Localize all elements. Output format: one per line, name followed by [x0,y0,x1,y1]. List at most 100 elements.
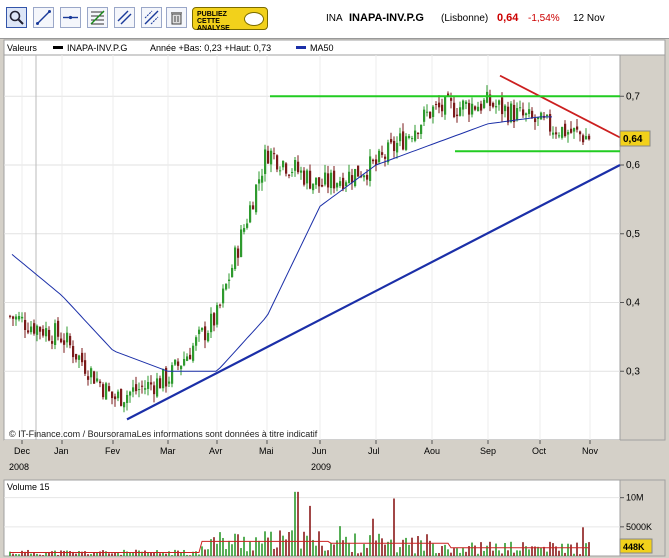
candle-body [429,111,432,119]
volume-bar [312,539,314,556]
trendline-icon [36,10,51,25]
candle-body [66,332,69,343]
candle-body [45,328,48,337]
candle-body [147,381,150,389]
volume-bar [390,539,392,556]
volume-bar [66,550,68,556]
candle-body [177,361,180,366]
publish-analysis-button[interactable]: PUBLIEZ CETTE ANALYSE [192,7,268,32]
volume-bar [507,550,509,556]
trendline-tool-button[interactable] [33,7,54,28]
ma-legend-swatch [296,46,306,49]
candle-body [291,171,294,173]
valeurs-label: Valeurs [7,43,37,53]
volume-bar [357,553,359,556]
volume-bar [111,553,113,556]
candle-body [102,384,105,398]
candle-body [438,102,441,108]
candle-body [453,102,456,118]
candle-body [456,114,459,117]
delete-drawings-button[interactable] [166,7,187,28]
volume-bar [234,533,236,556]
candle-body [171,365,174,384]
volume-bar [63,550,65,556]
candle-body [486,91,489,103]
candle-body [18,316,21,320]
candle-body [87,376,90,380]
candle-body [75,353,78,360]
volume-bar [363,544,365,556]
candle-body [99,381,102,384]
candle-body [276,155,279,170]
volume-bar [231,544,233,556]
volume-bar [300,548,302,556]
last-volume-label: 448K [623,542,645,552]
quote-date: 12 Nov [573,13,605,24]
candle-body [90,368,93,378]
volume-bar [90,554,92,556]
quote-change: -1,54% [528,13,560,24]
candle-body [318,177,321,187]
candle-body [186,356,189,361]
candle-body [504,105,507,112]
parallel-lines-icon [144,10,159,25]
volume-bar [579,554,581,556]
x-month-label: Jul [368,446,380,456]
volume-bar [33,552,35,556]
volume-bar [87,554,89,556]
price-axis-area [619,54,666,441]
candle-body [84,360,87,374]
volume-bar [438,552,440,556]
candle-body [267,150,270,164]
candle-body [264,149,267,175]
volume-bar [459,552,461,556]
volume-bar [69,551,71,556]
candle-body [33,323,36,334]
horizontal-line-tool-button[interactable] [60,7,81,28]
x-month-label: Sep [480,446,496,456]
fibonacci-tool-button[interactable] [87,7,108,28]
volume-bar [405,537,407,556]
candle-body [225,283,228,290]
candle-body [534,118,537,123]
volume-bar [105,551,107,556]
volume-title: Volume 15 [7,482,50,492]
candle-body [339,181,342,186]
volume-bar [414,553,416,556]
volume-bar [216,543,218,556]
volume-bar [213,537,215,556]
candle-body [372,159,375,162]
candle-body [546,114,549,117]
volume-bar [339,526,341,556]
range-text: Année +Bas: 0,23 +Haut: 0,73 [150,43,271,53]
candle-body [330,172,333,189]
volume-bar [204,549,206,556]
x-month-label: Aou [424,446,440,456]
volume-bar [564,552,566,556]
candle-body [588,135,591,140]
candle-body [54,323,57,345]
candle-body [15,316,18,320]
zoom-tool-button[interactable] [6,7,27,28]
volume-bar [366,547,368,556]
candle-body [255,184,258,213]
candle-body [216,305,219,325]
candle-body [246,223,249,228]
candle-body [162,368,165,389]
volume-bar [528,549,530,556]
volume-bar [306,535,308,556]
volume-bar [396,552,398,556]
volume-bar [336,540,338,556]
candle-body [234,247,237,270]
candle-body [342,177,345,190]
candle-body [12,316,15,319]
volume-bar [45,552,47,556]
volume-bar [54,550,56,556]
channel-tool-button[interactable] [114,7,135,28]
publish-line-3: ANALYSE [197,25,230,32]
candle-body [150,382,153,385]
parallel-lines-tool-button[interactable] [141,7,162,28]
price-legend-swatch [53,46,63,49]
candle-body [483,99,486,108]
volume-bar [498,550,500,556]
